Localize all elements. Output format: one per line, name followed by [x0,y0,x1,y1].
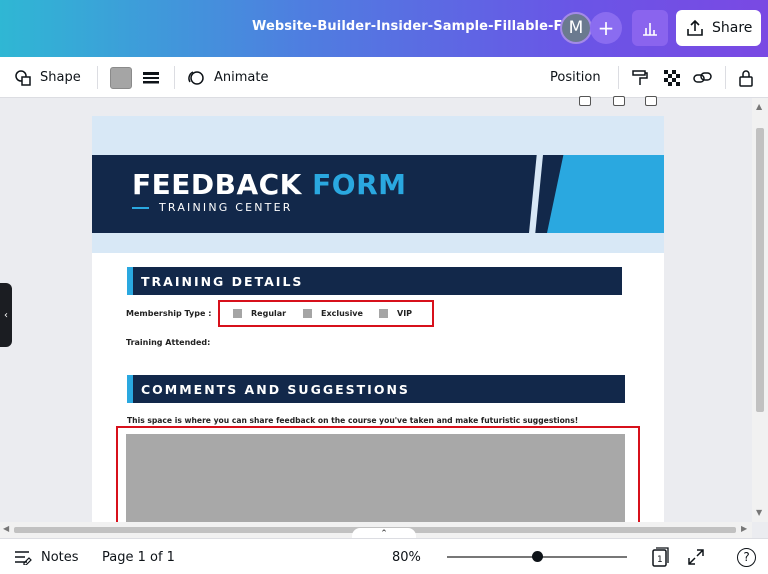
border-weight-icon [143,71,159,83]
header-bottom-band [92,233,664,253]
paint-roller-icon [632,69,648,85]
animate-button[interactable]: Animate [186,57,268,98]
shape-label: Shape [40,70,81,85]
page-count: 1 [657,555,663,565]
comments-prompt: This space is where you can share feedba… [127,416,579,425]
transparency-button[interactable] [663,57,681,98]
form-title-accent: FORM [312,168,407,201]
editor-toolbar: Shape Animate Position [0,57,768,98]
form-title: FEEDBACK FORM [132,168,407,201]
fullscreen-button[interactable] [687,539,705,574]
help-button[interactable]: ? [737,539,756,574]
document-page[interactable]: FEEDBACK FORM TRAINING CENTER TRAINING D… [92,116,664,522]
top-bar: Website-Builder-Insider-Sample-Fillable-… [0,0,768,57]
page-move-up-icon[interactable] [579,96,591,106]
text-field-highlight [116,426,640,522]
add-page-icon[interactable] [645,96,657,106]
form-subtitle: TRAINING CENTER [132,201,293,214]
scroll-down-icon[interactable]: ▼ [756,508,762,517]
zoom-level[interactable]: 80% [392,539,421,574]
scroll-right-icon[interactable]: ▶ [741,524,747,533]
header-accent-block [547,155,664,233]
membership-type-label: Membership Type : [126,309,212,318]
animate-label: Animate [214,70,269,85]
duplicate-page-icon[interactable] [613,96,625,106]
notes-button[interactable]: Notes [14,539,79,574]
section-stripe [127,375,133,403]
scroll-left-icon[interactable]: ◀ [3,524,9,533]
shape-button[interactable]: Shape [14,57,81,98]
section-comments: COMMENTS AND SUGGESTIONS [127,375,625,403]
toolbar-divider [174,66,175,89]
shape-icon [15,69,31,86]
toolbar-divider [618,66,619,89]
document-title[interactable]: Website-Builder-Insider-Sample-Fillable-… [252,19,591,34]
lock-icon [739,69,753,87]
fill-color-swatch [110,66,132,89]
checkbox-highlight [218,300,434,327]
share-button[interactable]: Share [676,10,761,46]
chevron-left-icon: ‹ [4,309,8,321]
upload-icon [687,19,703,36]
section-stripe [127,267,133,295]
link-button[interactable] [693,57,713,98]
editor-footer: Notes Page 1 of 1 80% 1 ? [0,538,768,574]
page-indicator[interactable]: Page 1 of 1 [102,539,175,574]
notes-label: Notes [41,549,79,565]
share-label: Share [712,20,753,36]
toolbar-divider [725,66,726,89]
help-icon: ? [737,547,756,567]
side-panel-toggle[interactable]: ‹ [0,283,12,347]
page-grid-button[interactable]: 1 [650,539,670,574]
pages-icon: 1 [652,547,669,567]
position-label: Position [550,70,601,85]
form-title-main: FEEDBACK [132,168,302,201]
toolbar-divider [97,66,98,89]
section-training-details: TRAINING DETAILS [127,267,622,295]
animate-icon [188,70,204,85]
zoom-slider-knob[interactable] [531,551,543,562]
border-style-button[interactable] [142,57,160,98]
section-title: TRAINING DETAILS [141,273,304,289]
fill-color-button[interactable] [110,57,132,98]
vertical-scroll-thumb[interactable] [756,128,764,412]
add-collaborator-button[interactable]: + [590,12,622,44]
help-glyph: ? [743,550,750,564]
lock-button[interactable] [738,57,754,98]
transparency-icon [664,69,680,86]
section-title: COMMENTS AND SUGGESTIONS [141,381,410,397]
position-button[interactable]: Position [550,57,601,98]
user-avatar[interactable]: M [560,12,592,44]
copy-style-button[interactable] [631,57,649,98]
bar-chart-icon [643,23,657,36]
subtitle-text: TRAINING CENTER [159,201,293,214]
insights-button[interactable] [632,10,668,46]
subtitle-dash [132,206,149,209]
scroll-up-icon[interactable]: ▲ [756,102,762,111]
expand-icon [688,549,704,565]
notes-icon [15,551,32,565]
link-icon [693,71,712,83]
training-attended-label: Training Attended: [126,338,211,347]
header-top-band [92,116,664,156]
